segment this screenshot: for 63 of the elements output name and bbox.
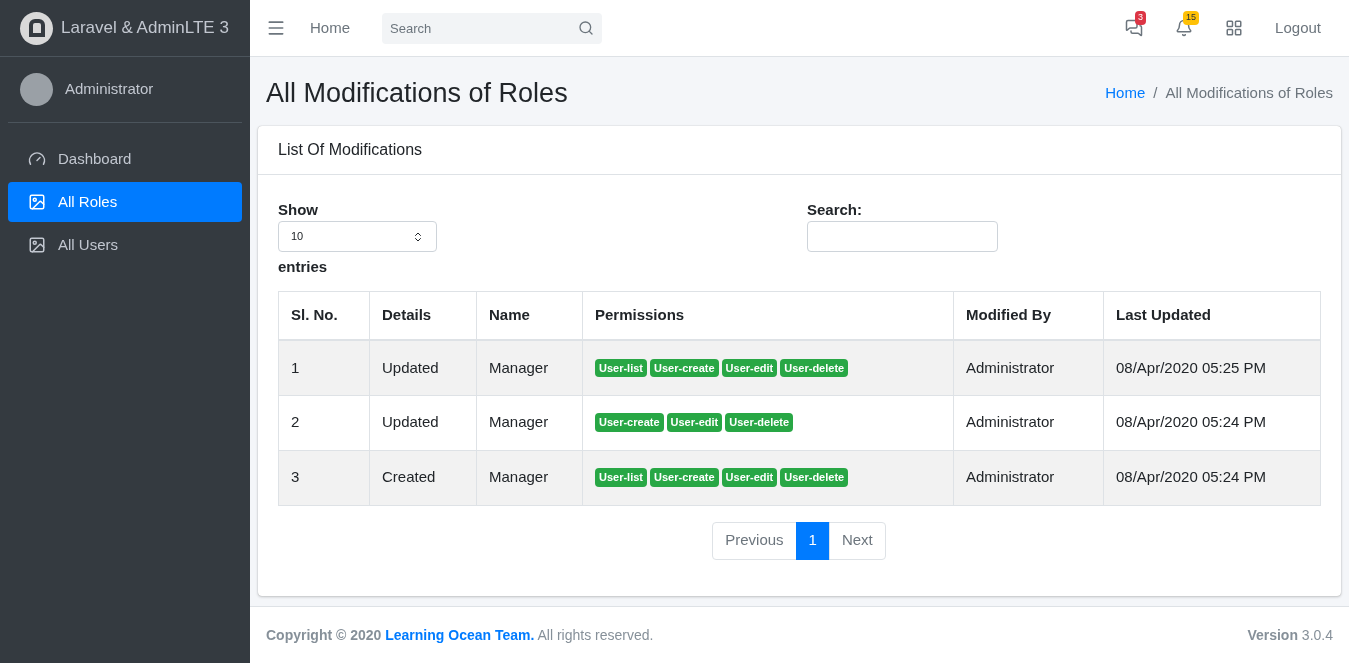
pagination-button[interactable]: Previous (712, 521, 797, 560)
permission-tag: User-delete (780, 468, 849, 487)
gauge-icon (28, 150, 46, 168)
permission-tag: User-delete (780, 358, 849, 377)
sidebar-item[interactable]: All Users (8, 225, 242, 265)
bell-icon[interactable] (1175, 19, 1194, 37)
sidebar-item[interactable]: All Roles (8, 182, 242, 222)
table-cell: Administrator (953, 395, 1104, 450)
card-title: List Of Modifications (278, 139, 424, 160)
logout-link[interactable]: Logout (1275, 16, 1321, 40)
breadcrumb-item: All Modifications of Roles (1165, 83, 1333, 103)
permission-tag: User-list (595, 358, 648, 377)
chat-icon[interactable] (1125, 19, 1144, 37)
image-icon (28, 236, 46, 254)
breadcrumb-separator: / (1153, 83, 1158, 103)
permission-tag: User-edit (721, 468, 778, 487)
table-cell: Administrator (953, 340, 1104, 395)
permission-tag: User-edit (666, 413, 723, 432)
sidebar-item[interactable]: Dashboard (8, 139, 242, 179)
entries-label: entries (278, 257, 329, 277)
permission-tag: User-create (650, 468, 719, 487)
table-cell: 2 (278, 395, 370, 450)
table-cell: 3 (278, 450, 370, 505)
table-cell: 08/Apr/2020 05:24 PM (1103, 450, 1321, 505)
menu-icon[interactable] (266, 18, 286, 38)
permission-tag: User-create (650, 358, 719, 377)
page-title: All Modifications of Roles (266, 77, 568, 110)
permission-tag: User-create (595, 413, 664, 432)
logo-icon (20, 11, 53, 45)
search-icon[interactable] (578, 19, 594, 36)
copyright-text: Copyright © 2020 Learning Ocean Team. All rights reserved. (266, 625, 654, 645)
pagination-button[interactable]: Next (828, 521, 886, 560)
grid-icon[interactable] (1225, 19, 1244, 37)
search-label: Search: (807, 199, 864, 220)
version-text: Version 3.0.4 (1247, 625, 1333, 645)
breadcrumb-item[interactable]: Home (1105, 82, 1146, 105)
notification-count-badge: 15 (1183, 11, 1200, 25)
table-cell: Administrator (953, 450, 1104, 505)
search-field[interactable]: Search (382, 12, 602, 44)
message-count-badge: 3 (1135, 11, 1147, 25)
caret-icon (412, 230, 424, 243)
table-cell: Updated (369, 395, 477, 450)
pagination-button[interactable]: 1 (795, 521, 830, 560)
table-cell: Manager (476, 450, 583, 505)
user-name[interactable]: Administrator (65, 78, 154, 101)
permission-tag: User-edit (721, 358, 778, 377)
show-label: Show (278, 199, 319, 220)
table-cell: 08/Apr/2020 05:24 PM (1103, 395, 1321, 450)
table-search-field[interactable] (807, 221, 998, 252)
table-cell: Created (369, 450, 477, 505)
team-link[interactable]: Learning Ocean Team. (385, 626, 535, 643)
avatar (20, 73, 53, 106)
permission-tag: User-delete (725, 413, 794, 432)
brand-title[interactable]: Laravel & AdminLTE 3 (61, 15, 229, 41)
table-cell: 1 (278, 340, 370, 395)
image-icon (28, 193, 46, 211)
table-cell: 08/Apr/2020 05:25 PM (1103, 340, 1321, 395)
permission-tag: User-list (595, 468, 648, 487)
home-link[interactable]: Home (310, 16, 350, 40)
table-cell: Manager (476, 340, 583, 395)
table-cell: Manager (476, 395, 583, 450)
page-size-select[interactable]: 10 (278, 221, 437, 252)
table-cell: Updated (369, 340, 477, 395)
